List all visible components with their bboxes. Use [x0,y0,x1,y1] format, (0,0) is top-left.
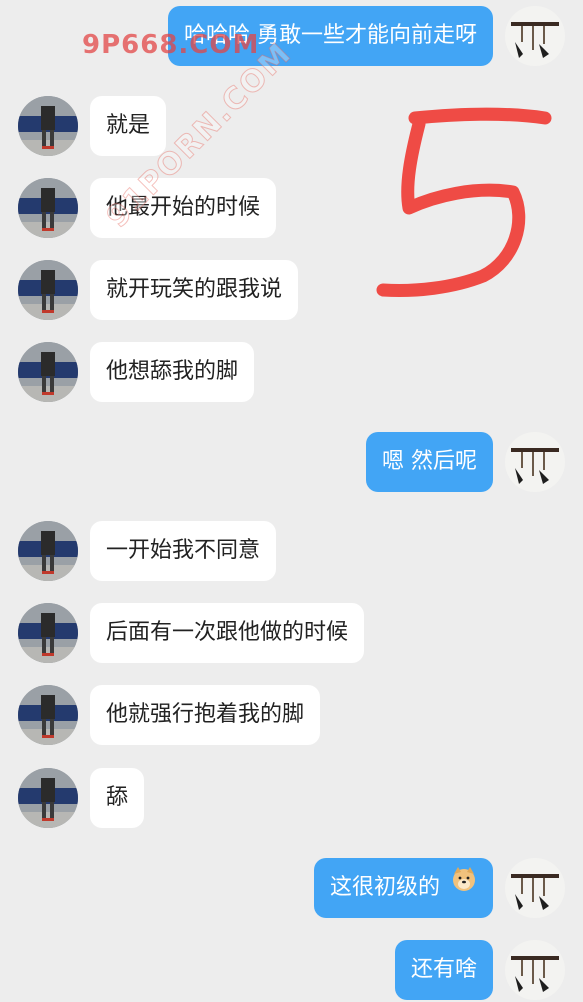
message-row: 还有啥 [0,940,583,1002]
contact-avatar[interactable] [18,260,78,320]
received-message-bubble[interactable]: 后面有一次跟他做的时候 [90,603,365,663]
sent-message-bubble[interactable]: 哈哈哈 勇敢一些才能向前走呀 [168,6,493,66]
my-avatar[interactable] [505,6,565,66]
contact-avatar[interactable] [18,768,78,828]
contact-avatar[interactable] [18,685,78,745]
message-row: 一开始我不同意 [0,521,583,583]
contact-avatar[interactable] [18,603,78,663]
sent-message-bubble[interactable]: 这很初级的 [313,856,493,918]
message-row: 嗯 然后呢 [0,432,583,494]
contact-avatar[interactable] [18,342,78,402]
received-message-bubble[interactable]: 一开始我不同意 [90,521,277,581]
my-avatar[interactable] [505,858,565,918]
message-row: 舔 [0,768,583,830]
message-row: 他想舔我的脚 [0,342,583,404]
message-row: 哈哈哈 勇敢一些才能向前走呀 [0,6,583,68]
contact-avatar[interactable] [18,96,78,156]
message-row: 这很初级的 [0,858,583,920]
received-message-bubble[interactable]: 舔 [90,768,145,828]
red-number-scribble: 5 [375,100,552,297]
received-message-bubble[interactable]: 他最开始的时候 [90,178,277,238]
contact-avatar[interactable] [18,521,78,581]
received-message-bubble[interactable]: 他想舔我的脚 [90,342,255,402]
my-avatar[interactable] [505,432,565,492]
contact-avatar[interactable] [18,178,78,238]
message-row: 后面有一次跟他做的时候 [0,603,583,665]
received-message-bubble[interactable]: 就是 [90,96,167,156]
message-row: 他就强行抱着我的脚 [0,685,583,747]
doge-emoji-icon [451,856,477,916]
message-text: 这很初级的 [329,875,440,900]
scribble-label: 5 [375,100,376,101]
sent-message-bubble[interactable]: 嗯 然后呢 [366,432,493,492]
my-avatar[interactable] [505,940,565,1000]
received-message-bubble[interactable]: 他就强行抱着我的脚 [90,685,321,745]
received-message-bubble[interactable]: 就开玩笑的跟我说 [90,260,299,320]
sent-message-bubble[interactable]: 还有啥 [394,940,493,1000]
